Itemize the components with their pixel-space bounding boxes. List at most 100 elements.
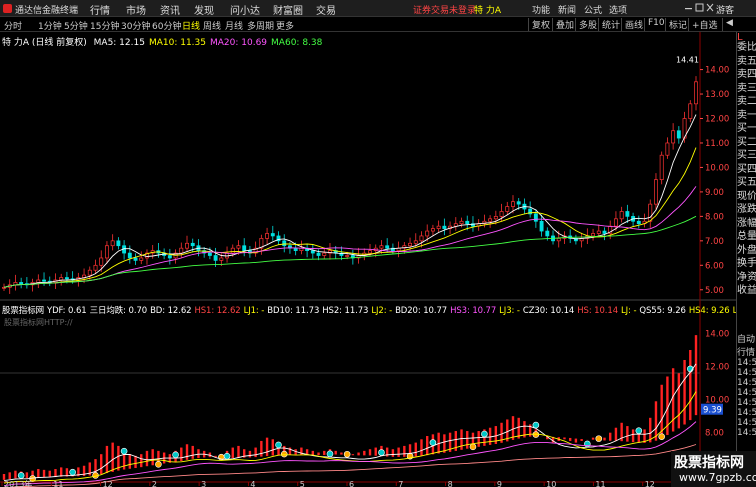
tab-5min[interactable]: 5分钟 <box>64 19 88 32</box>
tick-label-6: 14:5 <box>737 398 756 408</box>
menu-news-2[interactable]: 新闻 <box>558 3 576 16</box>
candle-body <box>436 225 441 229</box>
candle-body <box>671 130 676 144</box>
tab-30min[interactable]: 30分钟 <box>121 19 150 32</box>
candle-body <box>179 247 184 254</box>
ind-orange-marker <box>469 443 477 451</box>
tab-15min[interactable]: 15分钟 <box>90 19 119 32</box>
ind-tick-label: 8.00 <box>705 429 724 439</box>
menu-ask[interactable]: 问小达 <box>230 2 260 17</box>
ind-legend-2: 三日均跌: 0.70 <box>89 306 148 316</box>
candle-body <box>110 240 115 247</box>
ma-legend-3: MA60: 8.38 <box>271 38 323 48</box>
tick-label-3: 14:5 <box>737 368 756 378</box>
price-tick-label: 14.00 <box>705 66 729 76</box>
add-watchlist-button[interactable]: +自选 <box>688 18 721 31</box>
watermark-url: www.7gpzb.com <box>679 471 756 484</box>
ind-legend-11: LJ3: - <box>499 306 520 316</box>
tick-label-5: 14:5 <box>737 388 756 398</box>
candle-body <box>488 218 493 222</box>
collapse-button[interactable]: ◀ <box>722 18 736 31</box>
login-notice[interactable]: 证券交易未登录 <box>413 3 476 16</box>
candle-body <box>459 220 464 225</box>
tab-60min[interactable]: 60分钟 <box>152 19 181 32</box>
candle-body <box>694 81 698 105</box>
tab-monthly[interactable]: 月线 <box>225 19 243 32</box>
candlestick-series <box>2 76 698 294</box>
candle-body <box>59 277 64 281</box>
menu-wealth[interactable]: 财富圈 <box>273 2 303 17</box>
adjust-button[interactable]: 复权 <box>528 18 553 31</box>
menu-news[interactable]: 资讯 <box>160 2 180 17</box>
ind-legend-9: BD20: 10.77 <box>395 306 448 316</box>
overlay-button[interactable]: 叠加 <box>552 18 577 31</box>
candle-body <box>636 220 641 225</box>
candle-body <box>19 282 24 285</box>
draw-button[interactable]: 画线 <box>621 18 646 31</box>
candle-body <box>322 252 327 256</box>
candle-body <box>465 220 470 225</box>
indicator-legend: 股票指标网 YDF: 0.61 三日均跌: 0.70 BD: 12.62 HS1: 12… <box>2 304 756 316</box>
ind-legend-12: CZ30: 10.14 <box>522 306 575 316</box>
tab-weekly[interactable]: 周线 <box>203 19 221 32</box>
ind-cyan-marker <box>172 451 179 459</box>
menu-discover[interactable]: 发现 <box>194 2 214 17</box>
candle-body <box>511 201 515 207</box>
price-tick-label: 6.00 <box>705 261 724 271</box>
tab-multi-period[interactable]: 多周期 <box>247 19 274 32</box>
ind-orange-marker <box>595 435 603 442</box>
watermark-title: 股票指标网 <box>674 455 744 471</box>
tick-label-4: 14:5 <box>737 378 756 388</box>
candle-body <box>282 240 287 247</box>
close-icon[interactable] <box>706 3 714 12</box>
candle-body <box>207 252 212 256</box>
tab-daily[interactable]: 日线 <box>182 19 200 32</box>
maximize-icon[interactable] <box>695 3 704 12</box>
date-tick-label: 12 <box>645 480 655 487</box>
candle-body <box>236 245 241 249</box>
candle-body <box>185 242 189 249</box>
price-tick-label: 7.00 <box>705 237 724 247</box>
indicator-panel <box>2 335 698 487</box>
date-tick-label: 9 <box>497 480 502 487</box>
mark-button[interactable]: 标记 <box>665 18 690 31</box>
date-tick-label: 12 <box>103 480 113 487</box>
menu-options[interactable]: 选项 <box>609 3 627 16</box>
guest-user[interactable]: 游客 <box>716 3 734 16</box>
tab-more[interactable]: 更多 <box>276 19 294 32</box>
candle-body <box>36 279 41 283</box>
candle-body <box>127 252 132 259</box>
menu-trade[interactable]: 交易 <box>316 2 336 17</box>
tab-intraday[interactable]: 分时 <box>4 19 22 32</box>
tick-label-8: 14:5 <box>737 418 756 428</box>
ind-tick-label: 12.00 <box>705 363 729 373</box>
price-tick-label: 13.00 <box>705 90 729 100</box>
candle-body <box>659 154 664 181</box>
candle-body <box>613 218 618 227</box>
ind-legend-8: LJ2: - <box>371 306 393 316</box>
candle-body <box>104 245 109 259</box>
stats-button[interactable]: 统计 <box>598 18 623 31</box>
tab-1min[interactable]: 1分钟 <box>38 19 62 32</box>
date-tick-label: 7 <box>398 480 403 487</box>
menu-market-quotes[interactable]: 行情 <box>90 2 110 17</box>
minimize-icon[interactable] <box>685 8 692 10</box>
ind-cyan-marker <box>223 452 231 460</box>
window-controls <box>685 3 714 12</box>
candle-body <box>665 142 670 156</box>
candle-body <box>99 257 104 266</box>
chart-area[interactable]: 14.00 13.00 12.00 11.00 10.00 9.00 8.00 7.00 6.0… <box>0 32 736 487</box>
price-tick-label: 8.00 <box>705 212 724 222</box>
ind-current-label: 9.39 <box>703 406 722 416</box>
candle-body <box>310 250 315 254</box>
multi-stock-button[interactable]: 多股 <box>575 18 600 31</box>
app-title: 通达信金融终端 <box>15 6 79 16</box>
menu-formula[interactable]: 公式 <box>584 3 602 16</box>
candle-body <box>442 225 447 229</box>
ind-cyan-marker <box>635 427 643 435</box>
tick-label-2: 14:5 <box>737 358 756 368</box>
date-tick-label: 6 <box>349 480 354 487</box>
menu-function[interactable]: 功能 <box>532 3 550 16</box>
menu-market[interactable]: 市场 <box>126 2 146 17</box>
price-axis: 14.00 13.00 12.00 11.00 10.00 9.00 8.00 7.00 6.0… <box>676 56 729 296</box>
